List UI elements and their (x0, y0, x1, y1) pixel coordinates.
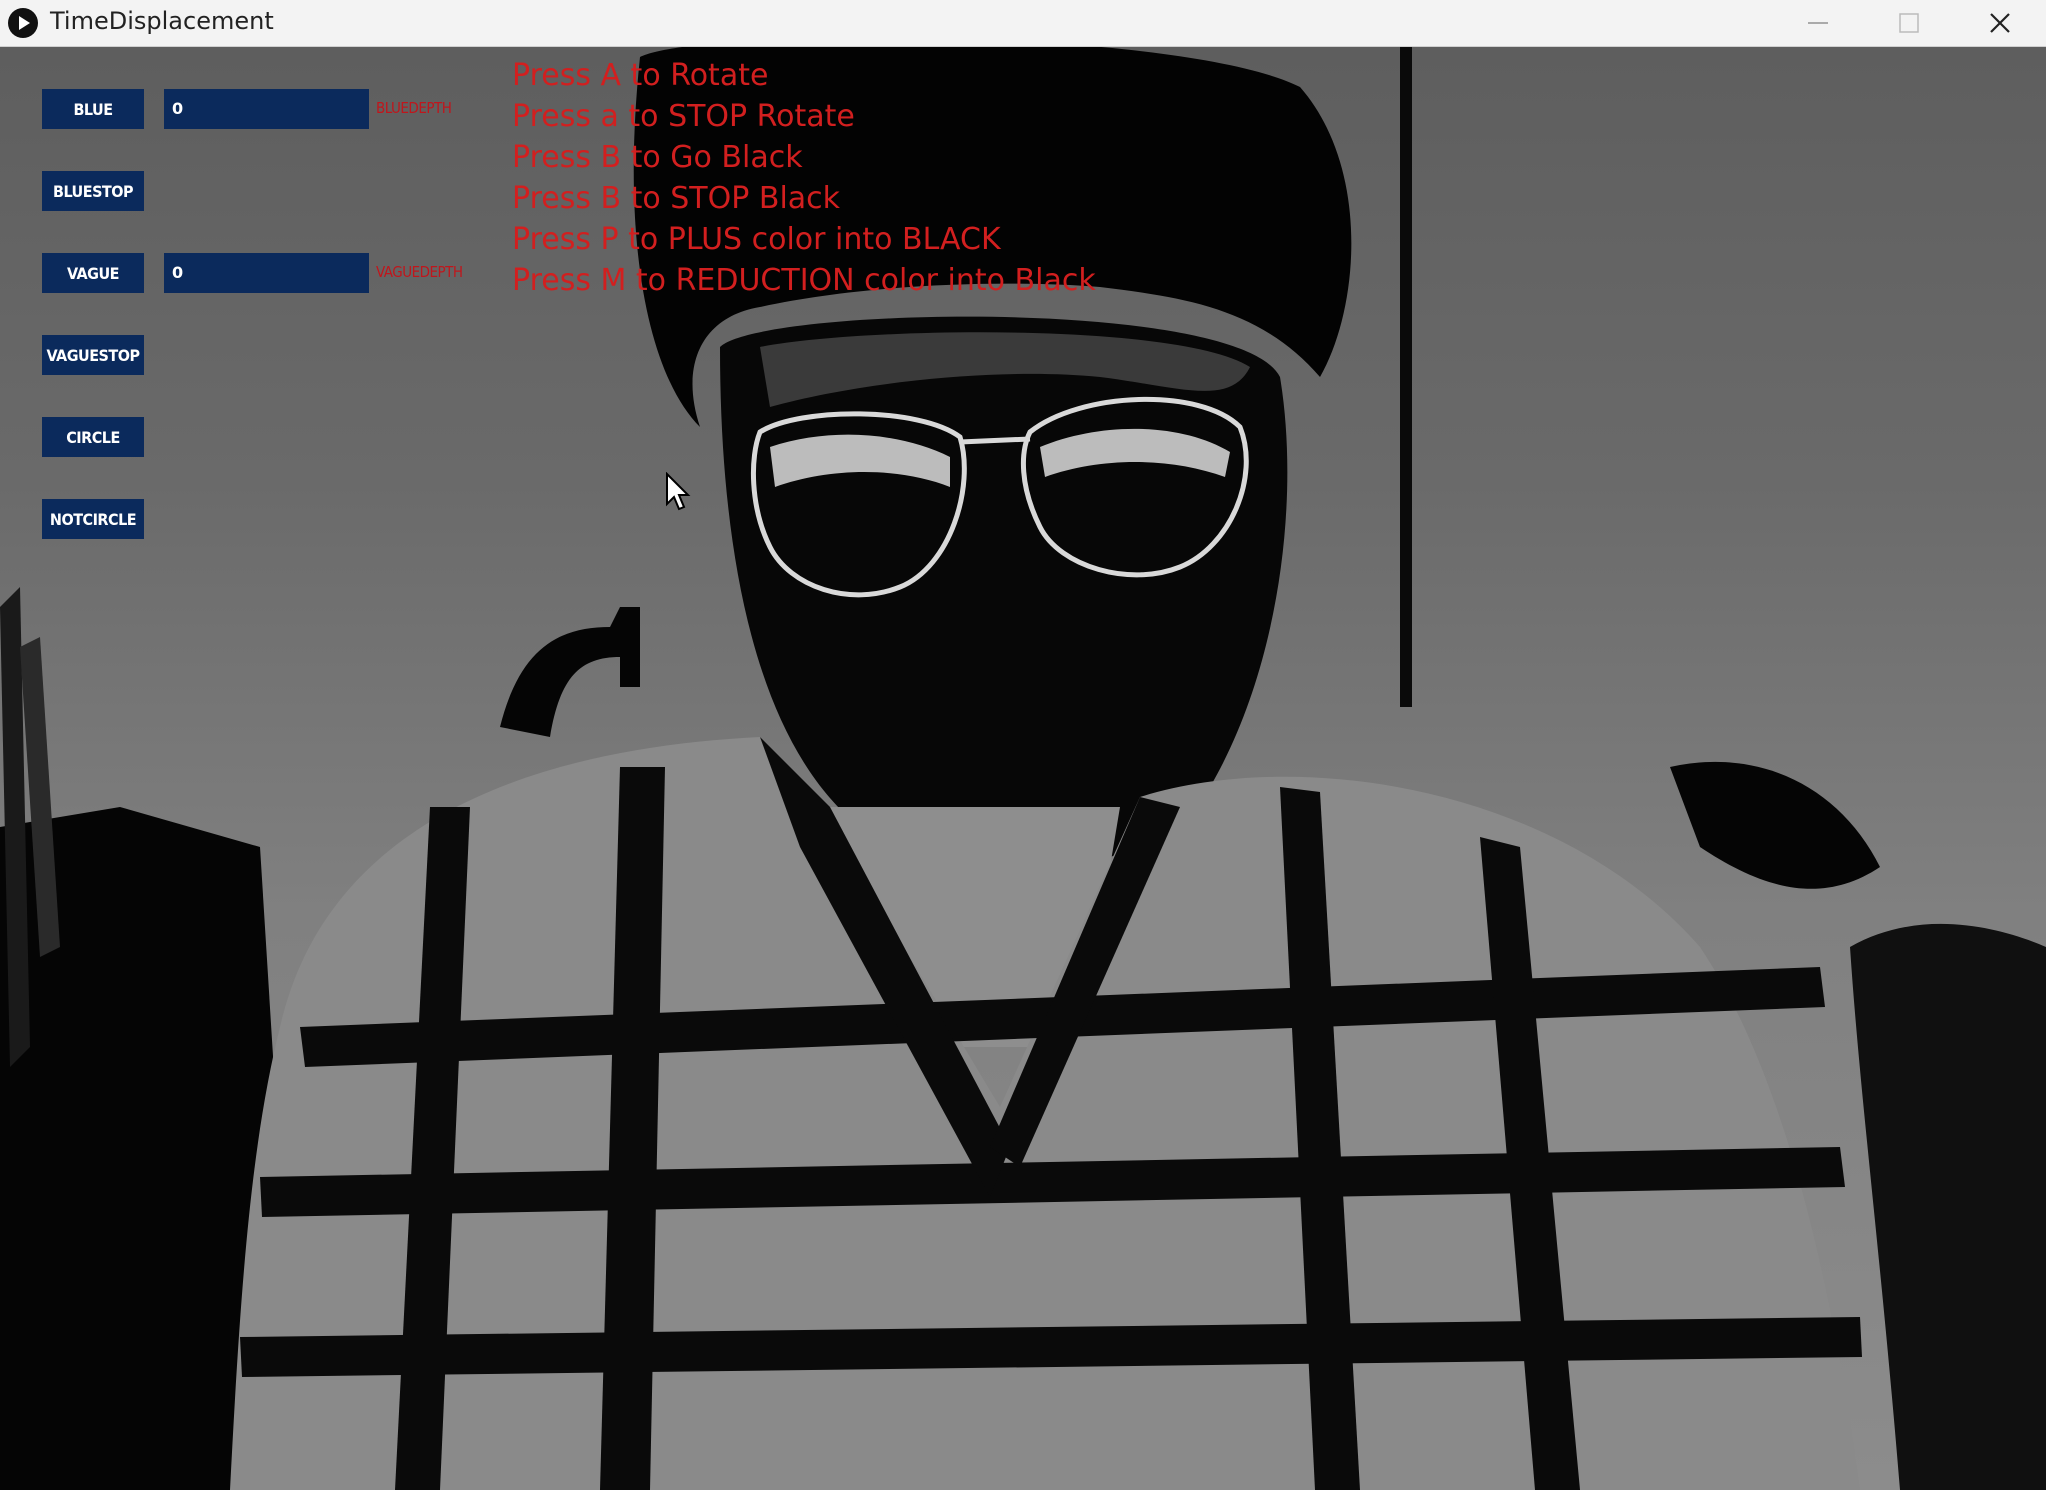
instruction-line: Press P to PLUS color into BLACK (512, 222, 1001, 257)
bluedepth-slider[interactable]: 0 (164, 89, 369, 129)
maximize-icon (1899, 13, 1919, 33)
minimize-button[interactable] (1773, 0, 1863, 46)
vague-button[interactable]: VAGUE (42, 253, 144, 293)
window-title: TimeDisplacement (50, 7, 274, 35)
bluestop-button[interactable]: BLUESTOP (42, 171, 144, 211)
bluedepth-label: BLUEDEPTH (376, 99, 452, 117)
instruction-line: Press A to Rotate (512, 58, 769, 93)
close-icon (1990, 13, 2010, 33)
title-bar: TimeDisplacement (0, 0, 2046, 47)
blue-button[interactable]: BLUE (42, 89, 144, 129)
instruction-line: Press a to STOP Rotate (512, 99, 855, 134)
instruction-line: Press M to REDUCTION color into Black (512, 263, 1096, 298)
instruction-line: Press B to Go Black (512, 140, 803, 175)
vaguestop-button[interactable]: VAGUESTOP (42, 335, 144, 375)
close-button[interactable] (1955, 0, 2045, 46)
vaguedepth-label: VAGUEDEPTH (376, 263, 463, 281)
sketch-canvas: BLUE 0 BLUEDEPTH BLUESTOP VAGUE 0 VAGUED… (0, 47, 2046, 1490)
instruction-line: Press B to STOP Black (512, 181, 841, 216)
notcircle-button[interactable]: NOTCIRCLE (42, 499, 144, 539)
mouse-pointer-icon (666, 472, 691, 511)
circle-button[interactable]: CIRCLE (42, 417, 144, 457)
maximize-button[interactable] (1864, 0, 1954, 46)
vaguedepth-slider[interactable]: 0 (164, 253, 369, 293)
minimize-icon (1808, 22, 1828, 24)
processing-app-icon (8, 8, 38, 38)
